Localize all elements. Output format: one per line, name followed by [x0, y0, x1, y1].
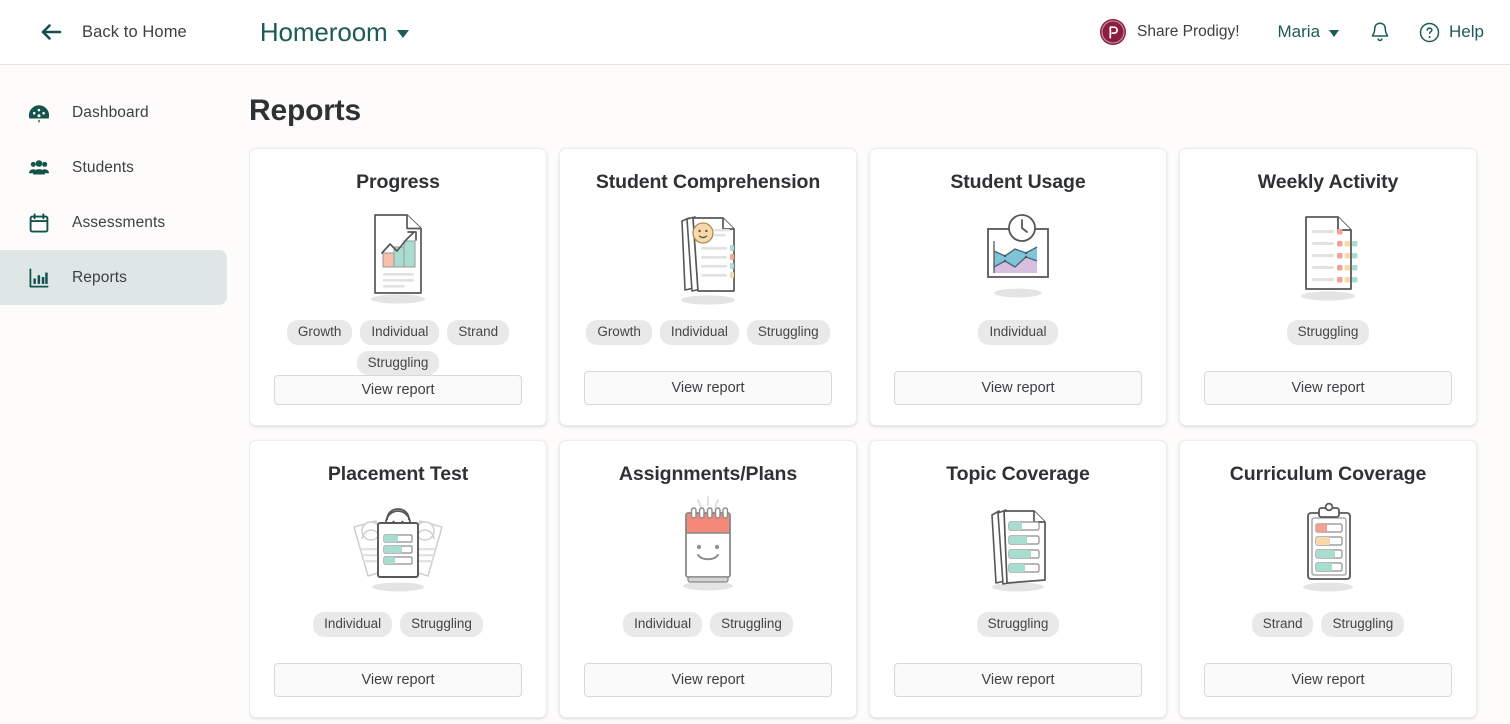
- bell-icon: [1369, 21, 1391, 44]
- report-card-title: Student Usage: [950, 171, 1086, 193]
- homeroom-selector[interactable]: Homeroom: [260, 17, 409, 48]
- stacked-papers-progress-bars-illustration: [964, 492, 1072, 602]
- view-report-button[interactable]: View report: [894, 371, 1142, 405]
- report-card-title: Weekly Activity: [1257, 171, 1399, 193]
- view-report-button[interactable]: View report: [584, 371, 832, 405]
- report-card-placement-test[interactable]: Placement Test Individual Struggling Vie…: [249, 440, 547, 718]
- report-card-assignments-plans[interactable]: Assignments/Plans Individual Struggling …: [559, 440, 857, 718]
- share-prodigy-button[interactable]: Share Prodigy!: [1099, 19, 1240, 45]
- sidebar-item-label: Reports: [72, 268, 127, 286]
- tag: Strand: [447, 320, 510, 345]
- tag: Struggling: [976, 612, 1060, 637]
- students-group-icon: [28, 157, 50, 179]
- arrow-left-icon: [38, 19, 64, 45]
- sidebar-item-students[interactable]: Students: [0, 140, 227, 195]
- tag: Individual: [623, 612, 703, 637]
- sidebar-item-label: Dashboard: [72, 103, 149, 121]
- view-report-button[interactable]: View report: [274, 663, 522, 697]
- document-growth-chart-illustration: [344, 200, 452, 310]
- report-card-title: Topic Coverage: [946, 463, 1090, 485]
- tag: Growth: [586, 320, 652, 345]
- report-card-tags: Growth Individual Struggling: [584, 320, 832, 345]
- prodigy-logo-icon: [1099, 19, 1126, 45]
- calendar-icon: [28, 212, 50, 234]
- tag: Struggling: [1321, 612, 1405, 637]
- tag: Strand: [1251, 612, 1314, 637]
- report-card-progress[interactable]: Progress Growth Individual Strand Strugg…: [249, 148, 547, 426]
- app-header: Back to Home Homeroom Share Prodigy! Mar…: [0, 0, 1510, 65]
- report-card-topic-coverage[interactable]: Topic Coverage Struggling View report: [869, 440, 1167, 718]
- sidebar-item-assessments[interactable]: Assessments: [0, 195, 227, 250]
- report-card-tags: Individual Struggling: [274, 612, 522, 637]
- sidebar-item-dashboard[interactable]: Dashboard: [0, 85, 227, 140]
- back-to-home-button[interactable]: Back to Home: [38, 19, 187, 45]
- help-label: Help: [1449, 22, 1484, 41]
- area-chart-clock-illustration: [964, 200, 1072, 310]
- smiling-calendar-illustration: [654, 492, 762, 602]
- report-cards-grid: Progress Growth Individual Strand Strugg…: [249, 148, 1480, 718]
- back-to-home-label: Back to Home: [82, 22, 187, 41]
- dashboard-gauge-icon: [28, 102, 50, 124]
- tag: Individual: [313, 612, 393, 637]
- document-colored-dots-illustration: [1274, 200, 1382, 310]
- share-prodigy-label: Share Prodigy!: [1136, 23, 1240, 40]
- user-name-label: Maria: [1277, 22, 1321, 41]
- report-card-title: Placement Test: [327, 463, 469, 485]
- tag: Individual: [360, 320, 440, 345]
- tag: Struggling: [356, 350, 440, 376]
- report-card-title: Progress: [356, 171, 440, 193]
- view-report-button[interactable]: View report: [1204, 371, 1452, 405]
- header-actions: Share Prodigy! Maria Help: [1099, 19, 1484, 45]
- report-card-student-comprehension[interactable]: Student Comprehension Growth Individual …: [559, 148, 857, 426]
- bar-chart-icon: [28, 267, 50, 289]
- report-card-title: Assignments/Plans: [618, 463, 798, 485]
- tag: Individual: [978, 320, 1058, 345]
- tag: Struggling: [400, 612, 483, 637]
- report-card-title: Curriculum Coverage: [1229, 463, 1427, 485]
- report-card-title: Student Comprehension: [595, 171, 821, 193]
- clipboard-progress-bars-illustration: [1274, 492, 1382, 602]
- report-card-tags: Individual: [894, 320, 1142, 345]
- page-layout: Dashboard Students Assessments Reports R…: [0, 65, 1510, 724]
- report-card-tags: Growth Individual Strand Struggling: [274, 320, 522, 376]
- question-circle-icon: [1419, 22, 1440, 43]
- view-report-button[interactable]: View report: [274, 375, 522, 405]
- view-report-button[interactable]: View report: [584, 663, 832, 697]
- report-card-student-usage[interactable]: Student Usage Individual View report: [869, 148, 1167, 426]
- students-report-card-illustration: [340, 492, 456, 602]
- homeroom-title: Homeroom: [259, 16, 388, 47]
- user-menu[interactable]: Maria: [1278, 22, 1340, 42]
- view-report-button[interactable]: View report: [894, 663, 1142, 697]
- report-card-tags: Struggling: [1204, 320, 1452, 345]
- view-report-button[interactable]: View report: [1204, 663, 1452, 697]
- report-card-tags: Struggling: [894, 612, 1142, 637]
- help-button[interactable]: Help: [1419, 22, 1484, 43]
- main-content: Reports Progress Growth Individual Stran…: [249, 65, 1510, 724]
- sidebar-item-label: Students: [72, 158, 134, 176]
- tag: Growth: [286, 320, 353, 345]
- sidebar-item-reports[interactable]: Reports: [0, 250, 227, 305]
- sidebar-item-label: Assessments: [72, 213, 166, 231]
- page-title: Reports: [249, 94, 361, 127]
- tag: Struggling: [710, 612, 793, 637]
- chevron-down-icon: [396, 30, 409, 38]
- notifications-button[interactable]: [1369, 21, 1391, 44]
- tag: Struggling: [1286, 320, 1370, 345]
- report-card-tags: Individual Struggling: [584, 612, 832, 637]
- chevron-down-icon: [1329, 30, 1340, 37]
- report-card-weekly-activity[interactable]: Weekly Activity Struggling View report: [1179, 148, 1477, 426]
- tag: Struggling: [746, 320, 830, 345]
- tag: Individual: [659, 320, 739, 345]
- stacked-papers-smiley-illustration: [654, 200, 762, 310]
- sidebar-navigation: Dashboard Students Assessments Reports: [0, 65, 249, 724]
- report-card-tags: Strand Struggling: [1204, 612, 1452, 637]
- report-card-curriculum-coverage[interactable]: Curriculum Coverage Strand Struggling Vi…: [1179, 440, 1477, 718]
